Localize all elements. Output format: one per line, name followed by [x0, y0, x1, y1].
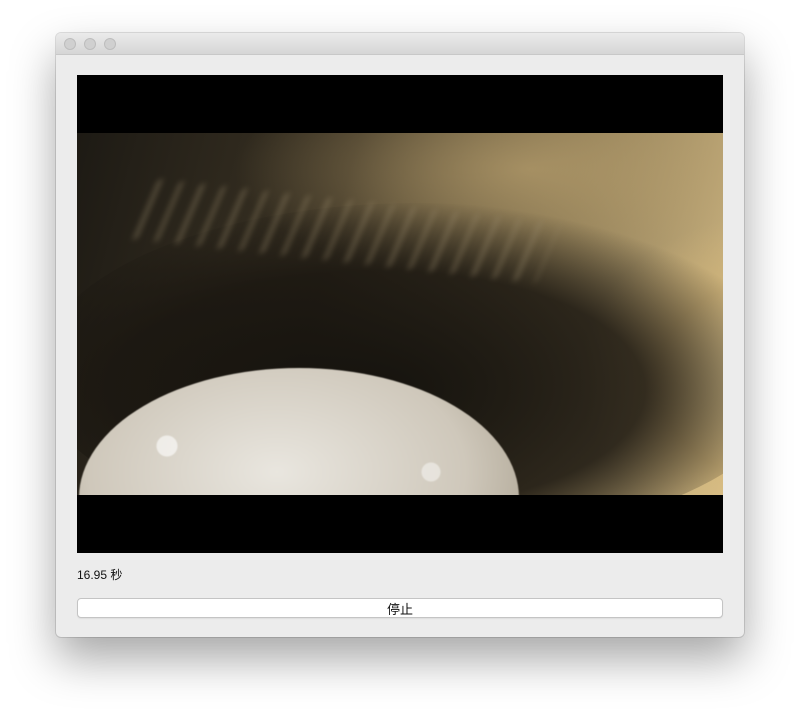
- close-button[interactable]: [64, 38, 76, 50]
- minimize-button[interactable]: [84, 38, 96, 50]
- video-player: [77, 75, 723, 553]
- app-window: 16.95 秒 停止: [56, 33, 744, 637]
- video-frame: [77, 133, 723, 495]
- zoom-button[interactable]: [104, 38, 116, 50]
- title-bar[interactable]: [56, 33, 744, 55]
- stop-button-label: 停止: [386, 601, 413, 617]
- stop-button[interactable]: 停止: [77, 598, 723, 618]
- elapsed-time-label: 16.95 秒: [77, 568, 123, 582]
